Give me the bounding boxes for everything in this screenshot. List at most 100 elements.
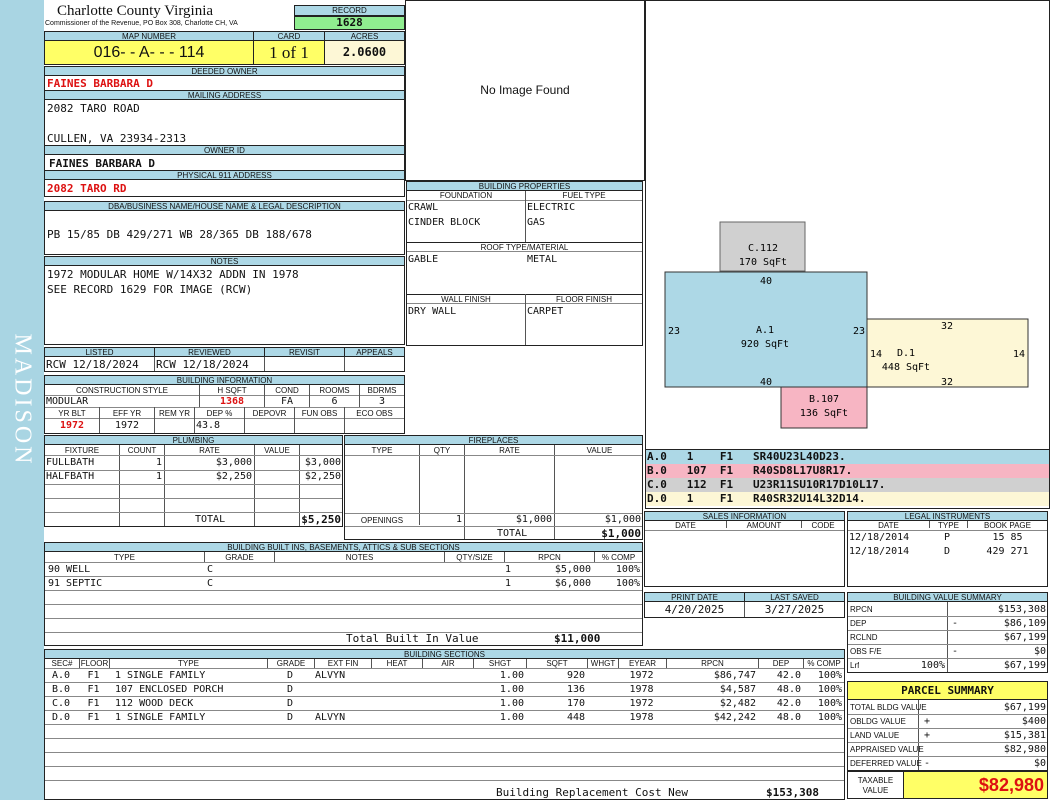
ecoobs-label: ECO OBS <box>356 409 393 418</box>
builtins-row-2-type: 91 SEPTIC <box>48 578 103 589</box>
last-saved-value: 3/27/2025 <box>764 603 825 616</box>
dim-a-bottom: 40 <box>760 377 772 388</box>
dim-d-bottom: 32 <box>941 377 953 388</box>
sections-cell: 1.00 <box>499 712 524 723</box>
sections-cell: 1972 <box>629 670 654 681</box>
owner-id-value: FAINES BARBARA D <box>49 157 155 170</box>
sketch-codes: A.0 1 F1 SR40U23L40D23. B.0 107 F1 R40SD8… <box>645 449 1050 509</box>
dep-value: 43.8 <box>196 420 221 431</box>
taxable-value-label-box: TAXABLE VALUE <box>847 771 904 799</box>
roof-material-value: METAL <box>527 254 558 265</box>
legal-description-value: PB 15/85 DB 429/271 WB 28/365 DB 188/678 <box>47 228 312 241</box>
sections-cell: 1978 <box>629 684 654 695</box>
builtins-row-2-qty: 1 <box>504 578 511 589</box>
fireplaces-col-type: TYPE <box>371 446 393 455</box>
sales-col-date: DATE <box>675 521 696 530</box>
fireplaces-col-qty: QTY <box>433 446 451 455</box>
sections-col-header: DEP <box>772 659 790 668</box>
ps-appraised-value: $82,980 <box>1003 744 1046 755</box>
sections-total-label: Building Replacement Cost New <box>496 786 689 799</box>
listed-value: RCW 12/18/2024 <box>46 358 139 371</box>
builtins-col-comp: % COMP <box>601 553 636 562</box>
fuel-value-2: GAS <box>527 217 546 228</box>
sections-col-header: SQFT <box>546 659 568 668</box>
sketch-label-c-sqft: 170 SqFt <box>739 257 787 268</box>
sections-col-header: RPCN <box>701 659 724 668</box>
builtins-row-1-grade: C <box>207 564 214 575</box>
sections-col-header: EXT FIN <box>327 659 359 668</box>
vs-dep-value: $86,109 <box>1003 618 1046 629</box>
physical-address-box: 2082 TARO RD <box>44 179 405 197</box>
acres-value: 2.0600 <box>324 40 405 65</box>
plumbing-total-label: TOTAL <box>195 514 226 525</box>
sketch-code-line: C.0 112 F1 U23R11SU10R17D10L17. <box>646 478 1049 492</box>
no-image-text: No Image Found <box>480 83 570 97</box>
sections-col-header: WHGT <box>590 659 616 668</box>
record-header: RECORD <box>294 5 405 16</box>
sections-col-header: SEC# <box>51 659 73 668</box>
physical-address-value: 2082 TARO RD <box>47 182 127 195</box>
sketch-label-b-sqft: 136 SqFt <box>800 408 848 419</box>
plumbing-total-value: $5,250 <box>301 513 341 526</box>
sections-col-header: AIR <box>441 659 455 668</box>
fuel-type-label: FUEL TYPE <box>562 191 606 200</box>
mailing-line-1: 2082 TARO ROAD <box>47 102 140 115</box>
mailing-address-box: 2082 TARO ROAD CULLEN, VA 23934-2313 <box>44 99 405 146</box>
sections-cell: A.0 <box>51 670 71 681</box>
builtins-total-label: Total Built In Value <box>346 632 479 645</box>
sections-cell: 1 SINGLE FAMILY <box>115 712 206 723</box>
sections-cell: 42.0 <box>776 698 801 709</box>
sections-cell: 48.0 <box>776 684 801 695</box>
sections-cell: 42.0 <box>776 670 801 681</box>
district-label: MADISON <box>9 333 36 467</box>
sections-cell: D <box>286 684 294 695</box>
sales-col-amount: AMOUNT <box>746 521 782 530</box>
ps-deferred-label: DEFERRED VALUE <box>850 759 922 768</box>
sections-cell: 920 <box>566 670 585 681</box>
plumbing-row-2-value: $2,250 <box>304 471 341 482</box>
image-placeholder: No Image Found <box>405 0 645 181</box>
sections-cell: F1 <box>87 670 100 681</box>
sections-cell: 448 <box>566 712 585 723</box>
record-value: 1628 <box>294 16 405 30</box>
sections-cell: 1 SINGLE FAMILY <box>115 670 206 681</box>
sections-cell: B.0 <box>51 684 71 695</box>
ps-land-value: $15,381 <box>1003 730 1046 741</box>
county-name: Charlotte County Virginia <box>57 3 214 19</box>
ps-total-bldg-label: TOTAL BLDG VALUE <box>850 703 927 712</box>
notes-line-1: 1972 MODULAR HOME W/14X32 ADDN IN 1978 <box>47 268 299 281</box>
legal-row-2-type: D <box>944 546 951 557</box>
foundation-label: FOUNDATION <box>439 191 493 200</box>
wall-finish-value: DRY WALL <box>408 306 457 317</box>
vs-rclnd-value: $67,199 <box>1003 632 1046 643</box>
ps-total-bldg-value: $67,199 <box>1003 702 1046 713</box>
dim-a-top: 40 <box>760 276 772 287</box>
rooms-value: 6 <box>331 396 338 407</box>
builtins-row-1-rpcn: $5,000 <box>554 564 591 575</box>
plumbing-row-1-value: $3,000 <box>304 457 341 468</box>
legal-col-type: TYPE <box>938 521 959 530</box>
plumbing-col-rate: RATE <box>199 446 220 455</box>
vs-lrf-pct: 100% <box>920 660 945 671</box>
mailing-line-2: CULLEN, VA 23934-2313 <box>47 132 187 145</box>
dim-d-left: 14 <box>870 349 882 360</box>
sections-cell: 136 <box>566 684 585 695</box>
building-info-box: CONSTRUCTION STYLE H SQFT COND ROOMS BDR… <box>44 384 405 434</box>
fireplaces-total-value: $1,000 <box>601 527 641 540</box>
builtins-row-1-comp: 100% <box>615 564 640 575</box>
sections-cell: 112 WOOD DECK <box>115 698 194 709</box>
sections-cell: ALVYN <box>315 670 346 681</box>
sections-cell: 1978 <box>629 712 654 723</box>
sections-col-header: SHGT <box>488 659 512 668</box>
ps-obldg-value: $400 <box>1021 716 1046 727</box>
sections-col-header: GRADE <box>276 659 306 668</box>
sections-col-header: TYPE <box>178 659 199 668</box>
side-banner: MADISON <box>0 0 44 800</box>
taxable-value: $82,980 <box>903 771 1048 799</box>
sections-cell: 100% <box>817 684 842 695</box>
sections-cell: 170 <box>566 698 585 709</box>
sales-col-code: CODE <box>811 521 835 530</box>
reviewed-value: RCW 12/18/2024 <box>156 358 249 371</box>
plumbing-row-1-rate: $3,000 <box>215 457 252 468</box>
builtins-row-2-comp: 100% <box>615 578 640 589</box>
